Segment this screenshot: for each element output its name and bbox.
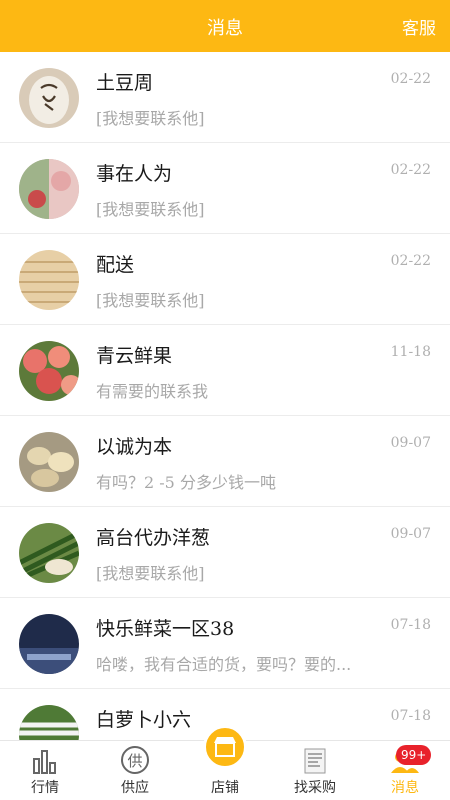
contact-name: 快乐鲜菜一区38: [96, 618, 235, 640]
message-date: 09-07: [390, 435, 431, 451]
produce-photo-icon: [19, 159, 79, 219]
tab-label: 店铺: [211, 780, 239, 796]
message-list[interactable]: 土豆周 02-22 [我想要联系他] 事在人为 02-22 [我想要联系他] 配…: [0, 52, 450, 740]
message-date: 02-22: [390, 162, 431, 178]
contact-name: 以诚为本: [96, 436, 173, 458]
tab-find-purchase[interactable]: 找采购: [270, 741, 360, 800]
message-item[interactable]: 以诚为本 09-07 有吗？2 -5 分多少钱一吨: [0, 416, 450, 507]
contact-name: 土豆周: [96, 72, 154, 94]
message-date: 11-18: [390, 344, 431, 360]
message-item[interactable]: 高台代办洋葱 09-07 [我想要联系他]: [0, 507, 450, 598]
contact-name: 白萝卜小六: [96, 709, 192, 731]
message-item[interactable]: 土豆周 02-22 [我想要联系他]: [0, 52, 450, 143]
pendant-icon: [19, 68, 79, 128]
tab-supply[interactable]: 供 供应: [90, 741, 180, 800]
message-preview: [我想要联系他]: [96, 109, 205, 128]
supply-glyph: 供: [127, 752, 142, 770]
contact-name: 青云鲜果: [96, 345, 173, 367]
tab-market[interactable]: 行情: [0, 741, 90, 800]
contact-name: 事在人为: [96, 163, 173, 185]
contact-name: 配送: [96, 254, 135, 276]
tab-label: 行情: [31, 780, 59, 796]
message-preview: 有吗？2 -5 分多少钱一吨: [96, 473, 276, 492]
message-item[interactable]: 快乐鲜菜一区38 07-18 哈喽，我有合适的货，要吗？要的...: [0, 598, 450, 689]
message-preview: 哈喽，我有合适的货，要吗？要的...: [96, 655, 352, 674]
night-scene-photo-icon: [19, 614, 79, 674]
message-date: 07-18: [390, 708, 431, 724]
tab-label: 找采购: [294, 780, 336, 796]
message-item[interactable]: 事在人为 02-22 [我想要联系他]: [0, 143, 450, 234]
message-item[interactable]: 配送 02-22 [我想要联系他]: [0, 234, 450, 325]
store-icon[interactable]: [203, 725, 247, 769]
message-preview: 有需要的联系我: [96, 382, 209, 401]
radish-photo-icon: [19, 705, 79, 740]
message-preview: [我想要联系他]: [96, 291, 205, 310]
message-item[interactable]: 青云鲜果 11-18 有需要的联系我: [0, 325, 450, 416]
purchase-icon: [304, 748, 326, 774]
supply-icon: 供: [121, 746, 149, 774]
potatoes-photo-icon: [19, 432, 79, 492]
message-preview: [我想要联系他]: [96, 200, 205, 219]
message-date: 02-22: [390, 253, 431, 269]
bar-chart-icon: [33, 750, 56, 774]
tab-label: 供应: [121, 780, 149, 796]
wood-photo-icon: [19, 250, 79, 310]
customer-service-button[interactable]: 客服: [402, 14, 436, 39]
bottom-tab-bar: 行情 供 供应 店铺 找采购 消息 99+: [0, 725, 450, 800]
message-date: 07-18: [390, 617, 431, 633]
tab-label: 消息: [391, 780, 419, 796]
unread-badge: 99+: [396, 745, 432, 765]
top-bar: 消息 客服: [0, 0, 450, 52]
scallions-photo-icon: [19, 523, 79, 583]
message-date: 02-22: [390, 71, 431, 87]
message-date: 09-07: [390, 526, 431, 542]
contact-name: 高台代办洋葱: [96, 527, 211, 549]
peaches-photo-icon: [19, 341, 79, 401]
message-preview: [我想要联系他]: [96, 564, 205, 583]
page-title: 消息: [207, 18, 243, 39]
